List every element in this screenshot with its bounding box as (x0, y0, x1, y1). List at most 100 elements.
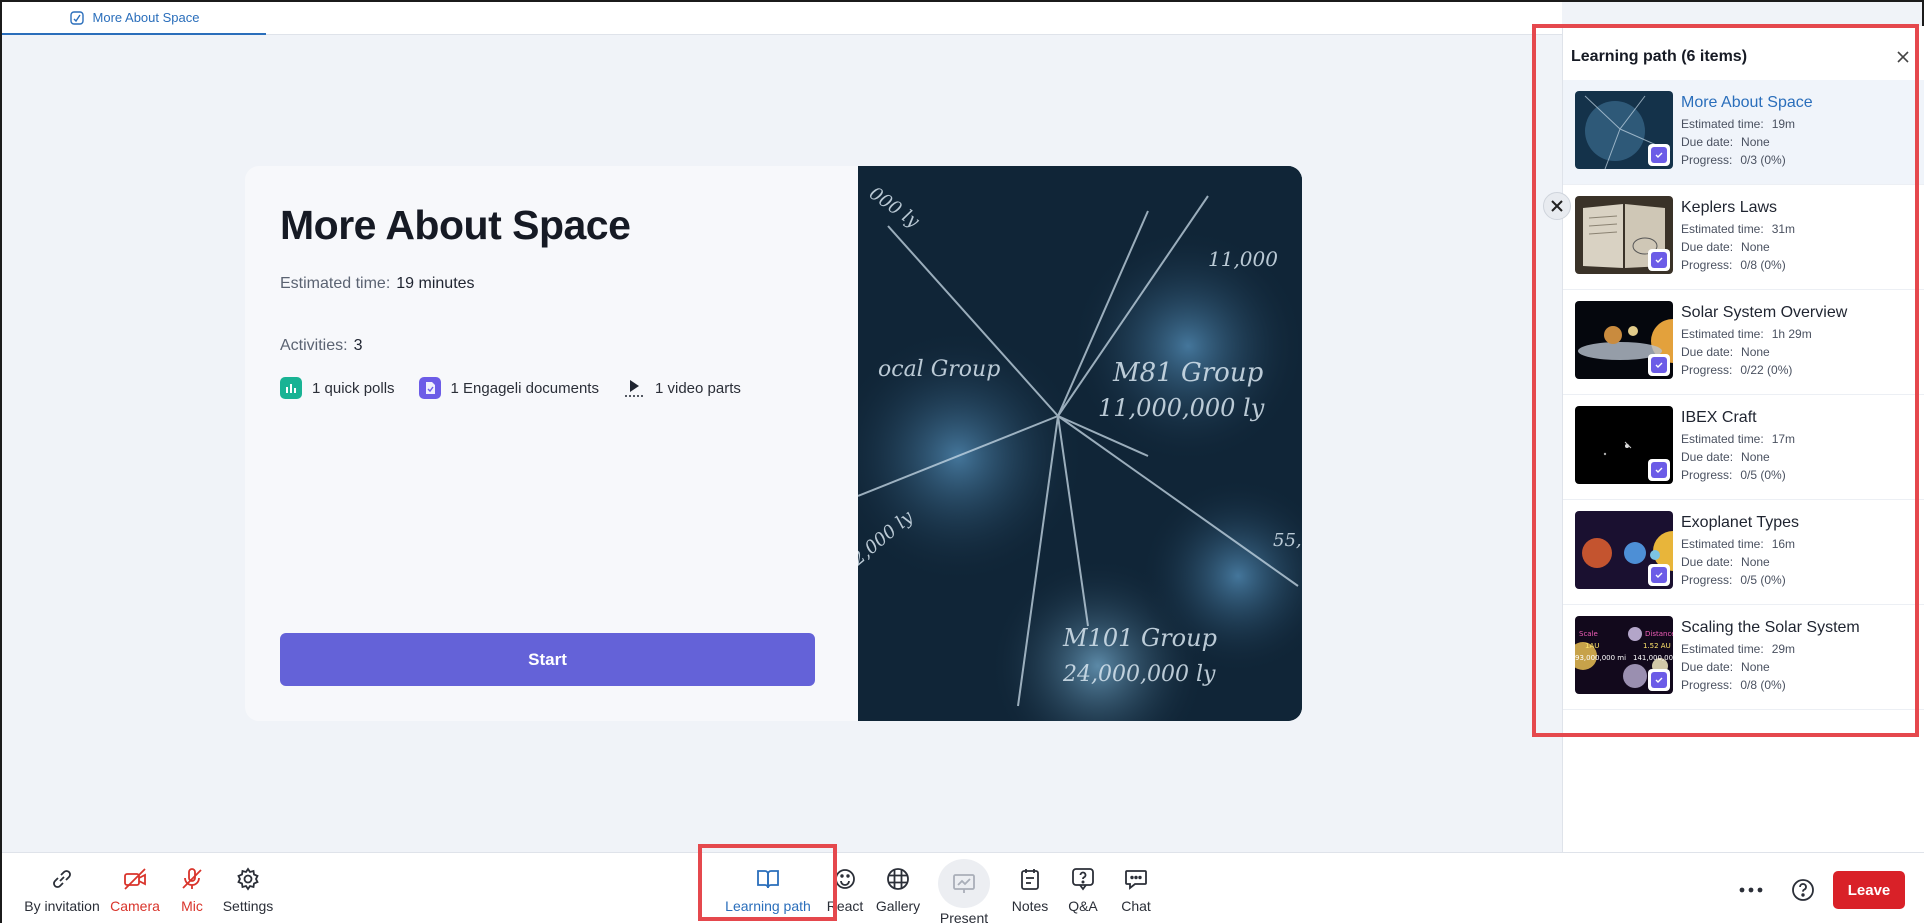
item-estimated-time: Estimated time: 31m (1681, 222, 1796, 236)
activity-type-label: 1 video parts (654, 379, 741, 397)
gear-icon (237, 866, 259, 891)
svg-text:Scale: Scale (1579, 630, 1598, 638)
document-badge-icon (1648, 459, 1670, 481)
item-estimated-time: Estimated time: 17m (1681, 432, 1796, 446)
notes-label: Notes (1011, 897, 1049, 914)
item-due-date: Due date: None (1681, 240, 1770, 254)
qa-label: Q&A (1068, 897, 1098, 914)
present-label: Present (939, 910, 989, 923)
activity-type-label: 1 quick polls (312, 379, 395, 397)
item-progress: Progress: 0/5 (0%) (1681, 468, 1786, 482)
activity-details: More About Space Estimated time: 19 minut… (245, 166, 858, 721)
close-icon[interactable] (1894, 48, 1912, 66)
document-badge-icon (1648, 669, 1670, 691)
start-button[interactable]: Start (280, 633, 815, 686)
item-estimated-time: Estimated time: 19m (1681, 117, 1796, 131)
present-button[interactable]: Present (936, 853, 992, 923)
svg-text:55,0: 55,0 (1273, 530, 1302, 551)
svg-text:M81 Group: M81 Group (1112, 358, 1264, 388)
item-progress: Progress: 0/22 (0%) (1681, 363, 1793, 377)
activity-types: 1 quick polls 1 Engageli documents 1 vid… (280, 377, 823, 399)
item-due-date: Due date: None (1681, 660, 1770, 674)
notes-button[interactable]: Notes (1008, 853, 1052, 923)
camera-button[interactable]: Camera (110, 853, 160, 923)
smile-icon (835, 868, 855, 889)
space-map-image: ocal Group M81 Group 11,000,000 ly M101 … (828, 166, 1302, 721)
item-estimated-time: Estimated time: 1h 29m (1681, 327, 1812, 341)
collapse-panel-button[interactable] (1543, 192, 1571, 220)
learning-path-panel: Learning path (6 items) More About Space… (1562, 26, 1924, 852)
activity-card: More About Space Estimated time: 19 minut… (245, 166, 1302, 721)
video-icon (623, 377, 645, 399)
document-badge-icon (1648, 564, 1670, 586)
tab-more-about-space[interactable]: More About Space (2, 2, 266, 35)
leave-button[interactable]: Leave (1833, 871, 1905, 909)
tab-label: More About Space (92, 10, 200, 25)
learning-path-item[interactable]: More About Space Estimated time: 19m Due … (1563, 80, 1924, 185)
gallery-button[interactable]: Gallery (874, 853, 922, 923)
help-button[interactable] (1788, 875, 1818, 905)
learning-path-button[interactable]: Learning path (720, 853, 816, 923)
item-thumbnail (1575, 301, 1673, 379)
document-badge-icon (1648, 144, 1670, 166)
invite-label: By invitation (24, 897, 100, 914)
chat-button[interactable]: Chat (1118, 853, 1154, 923)
invite-button[interactable]: By invitation (20, 853, 104, 923)
item-thumbnail (1575, 406, 1673, 484)
svg-text:11,000,000 ly: 11,000,000 ly (1098, 394, 1265, 422)
learning-path-item[interactable]: Scale Distance 1AU 1.52 AU 93,000,000 mi… (1563, 605, 1924, 710)
book-icon (757, 869, 779, 888)
activities-value: 3 (353, 337, 363, 354)
activity-cover-image: ocal Group M81 Group 11,000,000 ly M101 … (828, 166, 1302, 721)
item-progress: Progress: 0/8 (0%) (1681, 258, 1786, 272)
estimated-time-label: Estimated time: (280, 275, 391, 292)
mic-button[interactable]: Mic (172, 853, 212, 923)
item-name: More About Space (1681, 94, 1813, 111)
mic-label: Mic (181, 897, 203, 914)
item-estimated-time: Estimated time: 16m (1681, 537, 1796, 551)
chat-label: Chat (1121, 897, 1151, 914)
qa-button[interactable]: Q&A (1066, 853, 1100, 923)
document-badge-icon (1648, 354, 1670, 376)
present-icon-wrap (938, 859, 990, 908)
item-due-date: Due date: None (1681, 135, 1770, 149)
svg-text:1.52 AU: 1.52 AU (1643, 642, 1671, 650)
activity-title: More About Space (280, 202, 631, 248)
item-thumbnail (1575, 196, 1673, 274)
learning-path-item[interactable]: Solar System Overview Estimated time: 1h … (1563, 290, 1924, 395)
item-thumbnail (1575, 91, 1673, 169)
svg-text:1AU: 1AU (1585, 642, 1599, 650)
svg-text:93,000,000 mi: 93,000,000 mi (1575, 654, 1626, 662)
activity-type-poll: 1 quick polls (280, 377, 395, 399)
learning-path-item[interactable]: IBEX Craft Estimated time: 17m Due date: N… (1563, 395, 1924, 500)
grid-icon (887, 867, 909, 890)
notes-icon (1021, 868, 1039, 890)
link-icon (53, 869, 71, 888)
more-options-button[interactable] (1736, 875, 1766, 905)
learning-path-item[interactable]: Keplers Laws Estimated time: 31m Due date… (1563, 185, 1924, 290)
settings-button[interactable]: Settings (220, 853, 276, 923)
document-badge-icon (1648, 249, 1670, 271)
item-thumbnail: Scale Distance 1AU 1.52 AU 93,000,000 mi… (1575, 616, 1673, 694)
item-name: Solar System Overview (1681, 304, 1848, 321)
activity-icon (69, 10, 84, 25)
document-icon (418, 377, 441, 399)
camera-off-icon (124, 867, 146, 890)
item-estimated-time: Estimated time: 29m (1681, 642, 1796, 656)
more-dots-icon (1739, 887, 1763, 893)
react-button[interactable]: React (826, 853, 864, 923)
question-bubble-icon (1072, 867, 1094, 890)
presentation-icon (953, 873, 975, 893)
activity-type-document: 1 Engageli documents (418, 377, 599, 399)
poll-icon (280, 377, 302, 399)
close-icon (1551, 200, 1563, 212)
learning-path-item[interactable]: Exoplanet Types Estimated time: 16m Due d… (1563, 500, 1924, 605)
item-thumbnail (1575, 511, 1673, 589)
item-name: Scaling the Solar System (1681, 619, 1860, 636)
settings-label: Settings (222, 897, 274, 914)
gallery-label: Gallery (875, 897, 921, 914)
svg-text:24,000,000 ly: 24,000,000 ly (1062, 662, 1216, 687)
camera-label: Camera (110, 897, 160, 914)
learning-path-label: Learning path (725, 897, 811, 914)
tab-bar: More About Space (2, 2, 1562, 35)
